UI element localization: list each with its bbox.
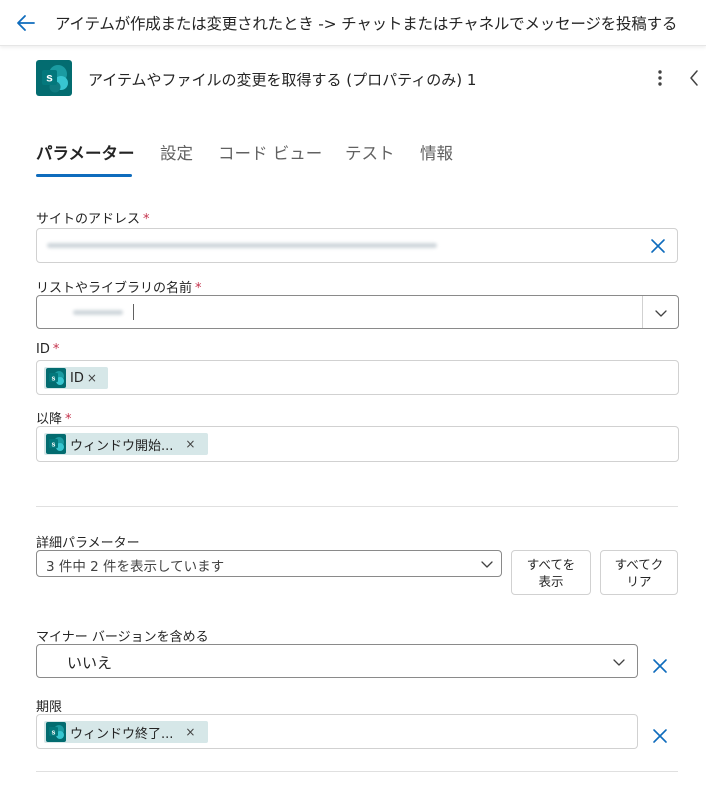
- until-input[interactable]: s ウィンドウ終了... ×: [36, 714, 638, 749]
- arrow-left-icon[interactable]: [14, 11, 38, 35]
- remove-token-icon[interactable]: ×: [185, 725, 195, 739]
- list-name-dropdown[interactable]: [36, 295, 679, 329]
- tab-parameters[interactable]: パラメーター: [36, 140, 135, 176]
- close-icon[interactable]: [650, 656, 670, 676]
- flow-breadcrumb-bar: アイテムが作成または変更されたとき -> チャットまたはチャネルでメッセージを投…: [0, 0, 706, 46]
- site-address-label: サイトのアドレス *: [36, 212, 150, 227]
- svg-text:s: s: [52, 442, 56, 449]
- remove-token-icon[interactable]: ×: [185, 437, 195, 451]
- until-label: 期限: [36, 700, 63, 715]
- list-name-label: リストやライブラリの名前 *: [36, 281, 202, 296]
- close-icon[interactable]: [648, 236, 668, 256]
- remove-token-icon[interactable]: ×: [87, 371, 97, 385]
- clear-all-button[interactable]: すべてク リア: [600, 550, 678, 595]
- since-input[interactable]: s ウィンドウ開始... ×: [36, 426, 679, 462]
- action-header: s アイテムやファイルの変更を取得する (プロパティのみ) 1: [36, 58, 706, 100]
- minor-version-dropdown[interactable]: いいえ: [36, 644, 638, 678]
- show-all-button[interactable]: すべてを 表示: [511, 550, 591, 595]
- required-marker: *: [65, 412, 72, 427]
- dynamic-content-token[interactable]: s ウィンドウ終了... ×: [44, 721, 208, 743]
- required-marker: *: [143, 212, 150, 227]
- sharepoint-logo-icon: s: [36, 60, 72, 96]
- section-divider: [36, 771, 678, 772]
- tab-settings[interactable]: 設定: [160, 140, 193, 176]
- required-marker: *: [195, 281, 202, 296]
- more-vertical-icon[interactable]: [652, 66, 668, 90]
- sharepoint-logo-icon: s: [46, 722, 66, 742]
- chevron-left-icon[interactable]: [686, 66, 702, 90]
- since-label: 以降 *: [36, 412, 72, 427]
- svg-text:s: s: [46, 71, 53, 85]
- tab-code-view[interactable]: コード ビュー: [218, 140, 322, 176]
- sharepoint-logo-icon: s: [46, 368, 66, 388]
- advanced-parameters-summary: 3 件中 2 件を表示しています: [46, 559, 225, 575]
- action-title[interactable]: アイテムやファイルの変更を取得する (プロパティのみ) 1: [88, 69, 476, 90]
- section-divider: [36, 506, 678, 507]
- sharepoint-logo-icon: s: [46, 434, 66, 454]
- redacted-list-name: [73, 310, 123, 315]
- flow-title: アイテムが作成または変更されたとき -> チャットまたはチャネルでメッセージを投…: [55, 15, 678, 33]
- minor-version-value: いいえ: [67, 654, 113, 672]
- dynamic-content-token[interactable]: s ID ×: [44, 367, 108, 389]
- close-icon[interactable]: [650, 726, 670, 746]
- svg-text:s: s: [52, 730, 56, 737]
- advanced-parameters-dropdown[interactable]: 3 件中 2 件を表示しています: [36, 550, 502, 577]
- chevron-down-icon[interactable]: [653, 305, 669, 321]
- required-marker: *: [52, 342, 60, 357]
- dropdown-separator: [642, 296, 643, 328]
- tab-info[interactable]: 情報: [420, 140, 453, 176]
- active-tab-indicator: [36, 174, 132, 177]
- svg-text:s: s: [52, 376, 56, 383]
- token-label: ウィンドウ開始...: [70, 438, 174, 454]
- chevron-down-icon: [481, 561, 493, 568]
- token-label: ID: [70, 370, 84, 386]
- text-cursor: [133, 304, 134, 320]
- advanced-parameters-label: 詳細パラメーター: [36, 536, 140, 551]
- tab-test[interactable]: テスト: [345, 140, 395, 176]
- id-label: ID *: [36, 342, 60, 357]
- redacted-site-address: [47, 243, 437, 248]
- token-label: ウィンドウ終了...: [70, 726, 174, 742]
- chevron-down-icon: [613, 659, 625, 666]
- dynamic-content-token[interactable]: s ウィンドウ開始... ×: [44, 433, 208, 455]
- minor-version-label: マイナー バージョンを含める: [36, 630, 209, 645]
- site-address-input[interactable]: [36, 228, 678, 263]
- id-input[interactable]: s ID ×: [36, 360, 679, 395]
